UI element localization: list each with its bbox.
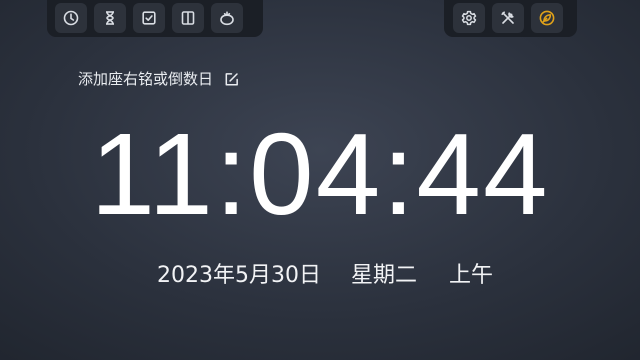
- ampm-text: 上午: [449, 263, 494, 288]
- edit-icon: [225, 72, 238, 85]
- book-icon: [181, 10, 195, 25]
- checkbox-icon: [142, 10, 156, 25]
- gear-icon: [461, 10, 477, 25]
- left-toolbar: [47, 0, 263, 37]
- clock-button[interactable]: [55, 2, 87, 33]
- pomodoro-button[interactable]: [211, 2, 243, 33]
- right-toolbar: [444, 0, 577, 37]
- weekday-text: 星期二: [350, 263, 417, 288]
- tools-button[interactable]: [492, 2, 524, 33]
- motto-edit[interactable]: 添加座右铭或倒数日: [78, 69, 240, 89]
- date-line: 2023年5月30日 星期二 上午: [157, 262, 493, 290]
- todo-button[interactable]: [133, 2, 165, 33]
- tomato-icon: [220, 10, 234, 25]
- eco-mode-button[interactable]: [531, 2, 563, 33]
- date-text: 2023年5月30日: [157, 263, 321, 288]
- leaf-icon: [539, 10, 555, 25]
- settings-button[interactable]: [453, 2, 485, 33]
- clock-time: 11:04:44: [90, 109, 550, 239]
- clock-icon: [63, 10, 79, 25]
- notes-button[interactable]: [172, 2, 204, 33]
- hourglass-icon: [106, 10, 114, 25]
- timer-button[interactable]: [94, 2, 126, 33]
- tools-icon: [501, 10, 514, 24]
- motto-text: 添加座右铭或倒数日: [78, 70, 214, 88]
